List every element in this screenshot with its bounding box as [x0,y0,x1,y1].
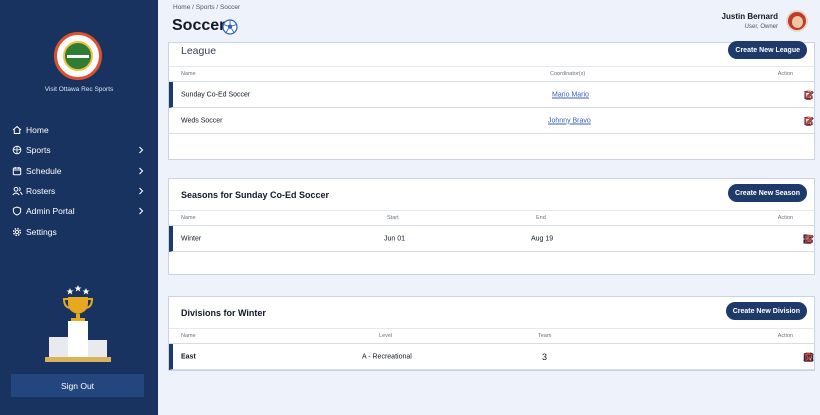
sidebar-item-home[interactable]: Home [0,120,158,140]
column-header-coordinator: Coordinator(s) [550,71,586,77]
chevron-right-icon [136,166,146,176]
table-row[interactable]: Weds Soccer Johnny Bravo [169,108,814,134]
league-title: League [181,45,217,57]
avatar[interactable] [786,10,808,32]
column-header-name: Name [181,333,196,339]
divisions-panel: Divisions for Winter Create New Division… [168,296,815,371]
delete-icon[interactable] [803,351,814,362]
sidebar: Visit Ottawa Rec Sports Home Sports Sche… [0,0,158,415]
column-header-team: Team [538,333,552,339]
chevron-right-icon [136,186,146,196]
season-end: Aug 19 [531,235,554,242]
table-row[interactable]: East A - Recreational 3 [169,344,814,370]
column-header-action: Action [777,215,793,221]
league-table-header: Name Coordinator(s) Action [169,66,814,82]
division-team-count: 3 [542,351,548,362]
column-header-action: Action [777,71,793,77]
season-start: Jun 01 [384,235,406,242]
calendar-icon [11,165,23,177]
soccer-ball-icon [222,19,238,40]
ottawa-rec-sports-logo[interactable] [54,32,102,80]
create-season-button[interactable]: Create New Season [728,184,807,202]
sidebar-item-label: Rosters [26,186,56,197]
create-division-button[interactable]: Create New Division [725,302,807,320]
sidebar-item-label: Admin Portal [26,206,75,217]
sports-ball-icon [11,144,23,156]
trophy-podium-illustration [42,284,114,364]
column-header-name: Name [181,71,196,77]
users-icon [11,185,23,197]
league-name: Weds Soccer [181,117,223,124]
sidebar-item-settings[interactable]: Settings [0,221,158,241]
coordinator-link[interactable]: Johnny Bravo [548,117,591,124]
breadcrumb[interactable]: Home / Sports / Soccer [173,4,240,11]
delete-icon[interactable] [803,115,814,126]
chevron-right-icon [136,145,146,155]
user-name: Justin Bernard [721,12,778,21]
page-title: Soccer [172,17,226,34]
sign-out-button[interactable]: Sign Out [11,374,144,397]
seasons-table-header: Name Start End Action [169,210,814,226]
sidebar-item-rosters[interactable]: Rosters [0,181,158,201]
coordinator-link[interactable]: Mario Mario [552,91,589,98]
visit-site-link[interactable]: Visit Ottawa Rec Sports [0,86,158,93]
table-row[interactable]: Sunday Co-Ed Soccer Mario Mario [169,82,814,108]
sidebar-item-schedule[interactable]: Schedule [0,161,158,181]
sidebar-item-label: Sports [26,145,51,156]
column-header-end: End [536,215,546,221]
sidebar-nav: Home Sports Schedule Rosters Admin Porta… [0,120,158,242]
division-level: A - Recreational [362,353,412,360]
create-league-button[interactable]: Create New League [728,41,807,59]
division-name: East [181,353,196,360]
sidebar-item-label: Schedule [26,165,62,176]
league-name: Sunday Co-Ed Soccer [181,91,251,98]
table-row[interactable]: Winter Jun 01 Aug 19 [169,226,814,252]
shield-icon [11,205,23,217]
divisions-table-header: Name Level Team Action [169,328,814,344]
season-name: Winter [181,235,202,242]
column-header-name: Name [181,215,196,221]
delete-icon[interactable] [803,233,814,244]
sidebar-item-sports[interactable]: Sports [0,140,158,160]
sidebar-item-admin-portal[interactable]: Admin Portal [0,201,158,221]
league-panel: League Create New League Name Coordinato… [168,41,815,160]
divisions-title: Divisions for Winter [181,308,266,318]
gear-icon [11,226,23,238]
user-role: User, Owner [744,24,778,30]
column-header-action: Action [777,333,793,339]
chevron-right-icon [136,206,146,216]
column-header-start: Start [387,215,399,221]
seasons-title: Seasons for Sunday Co-Ed Soccer [181,190,330,200]
column-header-level: Level [379,333,393,339]
sidebar-item-label: Settings [26,226,57,237]
home-icon [11,124,23,136]
delete-icon[interactable] [803,89,814,100]
seasons-panel: Seasons for Sunday Co-Ed Soccer Create N… [168,178,815,275]
sidebar-item-label: Home [26,125,49,136]
